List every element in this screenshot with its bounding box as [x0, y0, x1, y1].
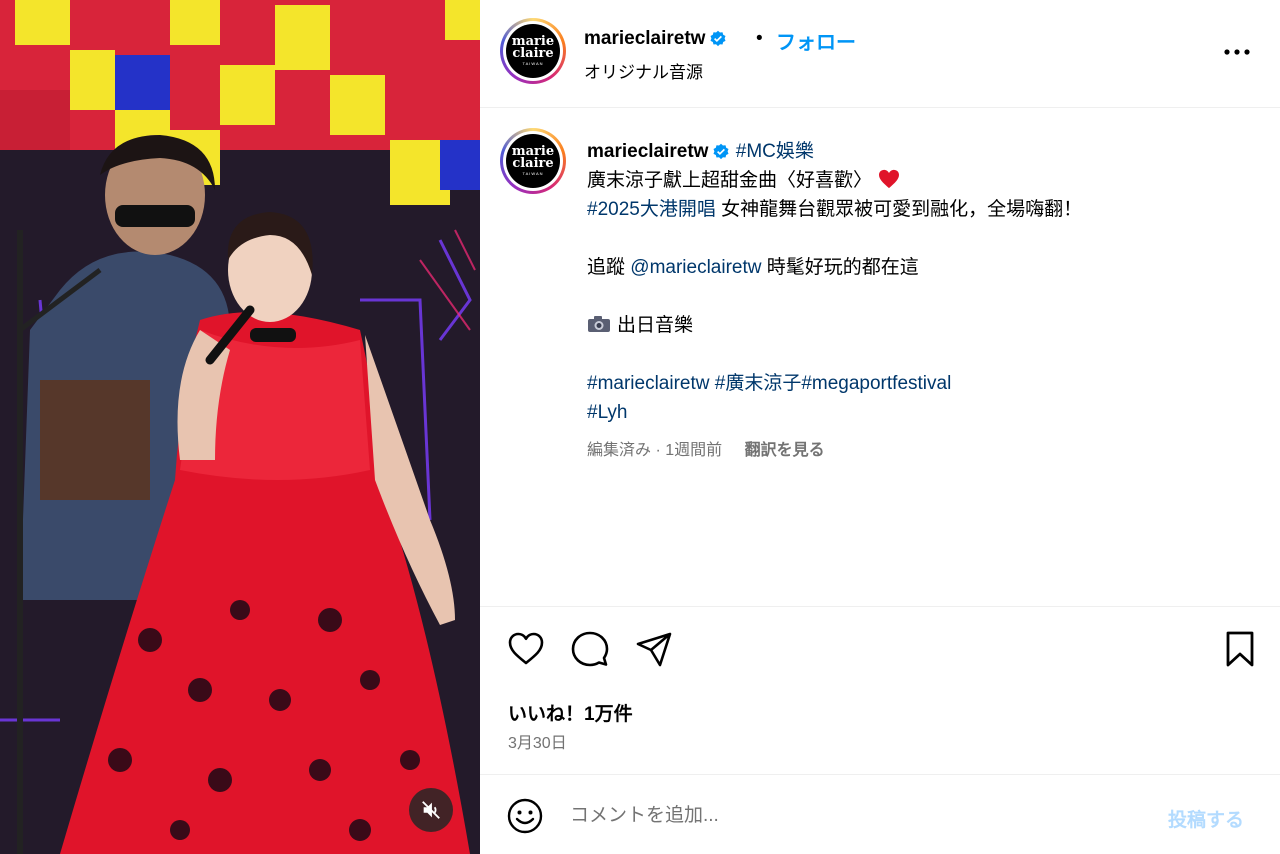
post-caption: marieclairetw #MC娛樂 廣末涼子獻上超甜金曲〈好喜歡〉 #202… [587, 137, 1227, 427]
author-username[interactable]: marieclairetw [584, 28, 727, 50]
edited-timestamp: 編集済み · 1週間前 [587, 442, 723, 459]
comment-bar: 投稿する [480, 774, 1280, 854]
caption-text: 女神龍舞台觀眾被可愛到融化，全場嗨翻！ [715, 199, 1083, 220]
post-comment-button[interactable]: 投稿する [1168, 805, 1244, 832]
camera-emoji-icon [588, 316, 610, 332]
post-header: marie claire TAIWAN marieclairetw • フォロー… [480, 0, 1280, 108]
caption-text: 出日音樂 [617, 315, 694, 336]
marie-claire-logo: marie claire TAIWAN [506, 134, 560, 188]
comment-icon[interactable] [570, 629, 610, 669]
caption-text: 廣末涼子獻上超甜金曲〈好喜歡〉 [587, 170, 873, 191]
follow-button[interactable]: フォロー [776, 26, 856, 55]
emoji-picker-icon[interactable] [506, 797, 544, 835]
author-avatar[interactable]: marie claire TAIWAN [500, 18, 566, 84]
caption-meta: 編集済み · 1週間前 翻訳を見る [587, 436, 825, 460]
caption-text: 追蹤 [587, 257, 631, 278]
caption-text: 時髦好玩的都在這 [761, 257, 919, 278]
separator-dot: • [756, 28, 763, 49]
caption-username[interactable]: marieclairetw [587, 141, 708, 162]
hashtag-link[interactable]: #2025大港開唱 [587, 199, 716, 220]
hashtag-link[interactable]: #MC娛樂 [736, 141, 814, 162]
audio-link[interactable]: オリジナル音源 [584, 58, 703, 83]
muted-speaker-icon [422, 801, 440, 819]
bookmark-icon[interactable] [1220, 629, 1260, 669]
hashtag-links[interactable]: #marieclairetw #廣末涼子#megaportfestival [587, 373, 951, 394]
hashtag-link[interactable]: #Lyh [587, 402, 628, 423]
verified-badge-icon [713, 143, 729, 160]
mute-button[interactable] [409, 788, 453, 832]
marie-claire-logo: marie claire TAIWAN [506, 24, 560, 78]
post-detail-panel: marie claire TAIWAN marieclairetw • フォロー… [480, 0, 1280, 854]
post-video[interactable] [0, 0, 480, 854]
verified-badge-icon [710, 30, 726, 47]
share-icon[interactable] [634, 629, 674, 669]
mention-link[interactable]: @marieclairetw [630, 257, 761, 278]
caption-author-avatar[interactable]: marie claire TAIWAN [500, 128, 566, 194]
concert-video-frame [0, 0, 480, 854]
post-date: 3月30日 [508, 735, 567, 752]
red-heart-emoji-icon [879, 169, 900, 189]
comment-input[interactable] [570, 801, 1130, 831]
post-actions: いいね！1万件 3月30日 [480, 606, 1280, 774]
heart-icon[interactable] [506, 629, 546, 669]
see-translation-button[interactable]: 翻訳を見る [745, 442, 825, 459]
more-horizontal-icon[interactable] [1222, 40, 1252, 64]
likes-count[interactable]: いいね！1万件 [508, 699, 633, 726]
